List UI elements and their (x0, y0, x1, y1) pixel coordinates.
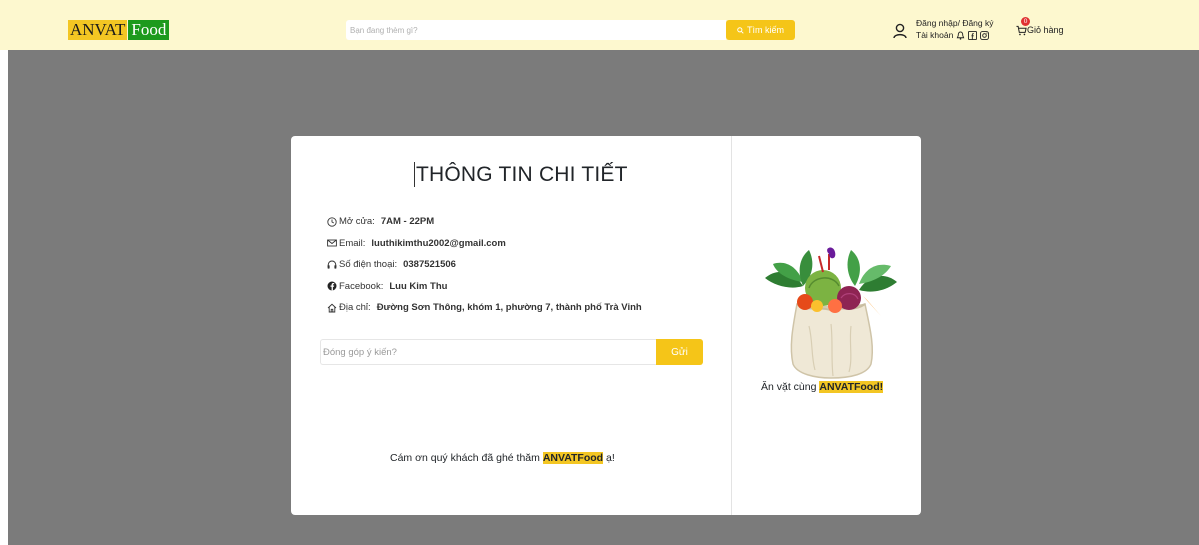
modal-title: THÔNG TIN CHI TIẾT (416, 163, 628, 186)
info-phone: Số điện thoại: 0387521506 (327, 254, 642, 276)
search-input[interactable] (346, 20, 726, 40)
info-label: Facebook: (339, 280, 384, 292)
account-link[interactable]: Tài khoản (916, 30, 953, 40)
info-value: 7AM - 22PM (380, 216, 435, 228)
feedback-input[interactable] (320, 339, 656, 365)
search-button[interactable]: Tìm kiếm (726, 20, 795, 40)
cart-icon (1016, 25, 1027, 35)
bell-icon[interactable] (956, 30, 965, 40)
login-register-link[interactable]: Đăng nhập/ Đăng ký (916, 18, 994, 28)
thanks-suffix: ạ! (603, 452, 615, 464)
info-value: luuthikimthu2002@gmail.com (371, 237, 506, 249)
thanks-prefix: Cám ơn quý khách đã ghé thăm (390, 452, 543, 464)
send-feedback-button[interactable]: Gửi (656, 339, 703, 365)
info-email: Email: luuthikimthu2002@gmail.com (327, 233, 642, 255)
search-icon (737, 26, 744, 34)
info-list: Mở cửa: 7AM - 22PM Email: luuthikimthu20… (327, 211, 642, 319)
logo-part-anvat: ANVAT (68, 20, 128, 40)
envelope-icon (327, 239, 337, 247)
headset-icon (327, 260, 337, 269)
logo-part-food: Food (128, 20, 170, 40)
cart-count-badge: 0 (1021, 17, 1030, 26)
user-icon[interactable] (893, 23, 907, 39)
info-address: Địa chỉ: Đường Sơn Thông, khóm 1, phường… (327, 297, 642, 319)
info-facebook: Facebook: Luu Kim Thu (327, 276, 642, 298)
info-opening-hours: Mở cửa: 7AM - 22PM (327, 211, 642, 233)
brand-logo[interactable]: ANVAT Food (68, 20, 170, 40)
facebook-square-icon[interactable] (968, 30, 978, 40)
cart-label: Giỏ hàng (1027, 25, 1064, 35)
thank-you-message: Cám ơn quý khách đã ghé thăm ANVATFood ạ… (390, 452, 615, 464)
instagram-icon[interactable] (980, 30, 990, 40)
account-row: Tài khoản (916, 30, 990, 40)
info-label: Địa chỉ: (339, 302, 371, 314)
home-icon (327, 303, 337, 313)
clock-icon (327, 217, 337, 227)
search-button-label: Tìm kiếm (747, 25, 784, 35)
text-cursor (414, 162, 415, 187)
modal-divider (731, 136, 732, 515)
info-value: Đường Sơn Thông, khóm 1, phường 7, thành… (376, 302, 642, 314)
info-label: Email: (339, 237, 366, 249)
contact-info-modal: THÔNG TIN CHI TIẾT Mở cửa: 7AM - 22PM Em… (291, 136, 921, 515)
facebook-icon (327, 281, 337, 291)
info-label: Mở cửa: (339, 216, 375, 228)
info-value: 0387521506 (403, 259, 456, 271)
side-caption-brand: ANVATFood! (819, 381, 884, 393)
side-caption-prefix: Ăn vặt cùng (761, 381, 820, 393)
vegetable-bag-image (765, 247, 897, 379)
thanks-brand-highlight: ANVATFood (542, 452, 604, 464)
side-caption: Ăn vặt cùng ANVATFood! (761, 381, 884, 393)
info-label: Số điện thoại: (339, 259, 398, 271)
info-value: Luu Kim Thu (389, 280, 448, 292)
top-header: ANVATFood Tìm kiếm Đăng nhập/ Đăng ký Tà… (0, 0, 1199, 50)
